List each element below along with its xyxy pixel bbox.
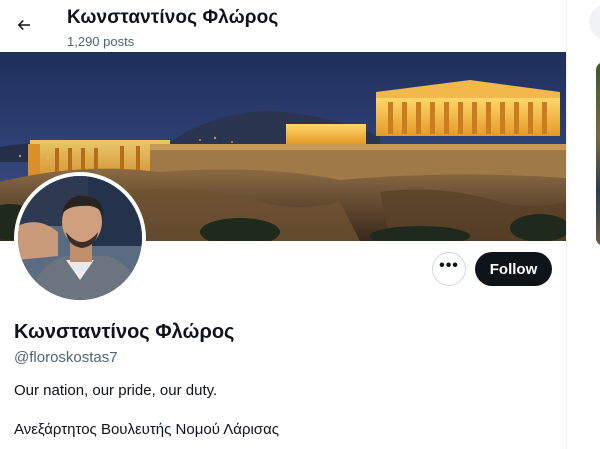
back-button[interactable] xyxy=(8,9,40,41)
profile-header-bar: Κωνσταντίνος Φλώρος 1,290 posts xyxy=(0,0,566,52)
post-count: 1,290 posts xyxy=(67,34,135,49)
profile-handle: @floroskostas7 xyxy=(14,349,118,366)
profile-display-name: Κωνσταντίνος Φλώρος xyxy=(14,321,235,343)
more-options-button[interactable]: ••• xyxy=(432,252,466,286)
profile-bio-line: Our nation, our pride, our duty. xyxy=(14,382,218,399)
profile-bio-line: Ανεξάρτητος Βουλευτής Νομού Λάρισας xyxy=(14,421,279,438)
header-title: Κωνσταντίνος Φλώρος xyxy=(67,7,279,28)
profile-column: Κωνσταντίνος Φλώρος 1,290 posts ••• Foll… xyxy=(0,0,567,449)
profile-avatar[interactable] xyxy=(14,172,146,304)
search-input[interactable] xyxy=(589,4,600,40)
sidebar-media-card[interactable] xyxy=(596,62,600,246)
more-horizontal-icon: ••• xyxy=(439,257,459,274)
follow-button[interactable]: Follow xyxy=(475,252,552,286)
right-sidebar xyxy=(567,0,600,449)
arrow-left-icon xyxy=(17,19,30,31)
